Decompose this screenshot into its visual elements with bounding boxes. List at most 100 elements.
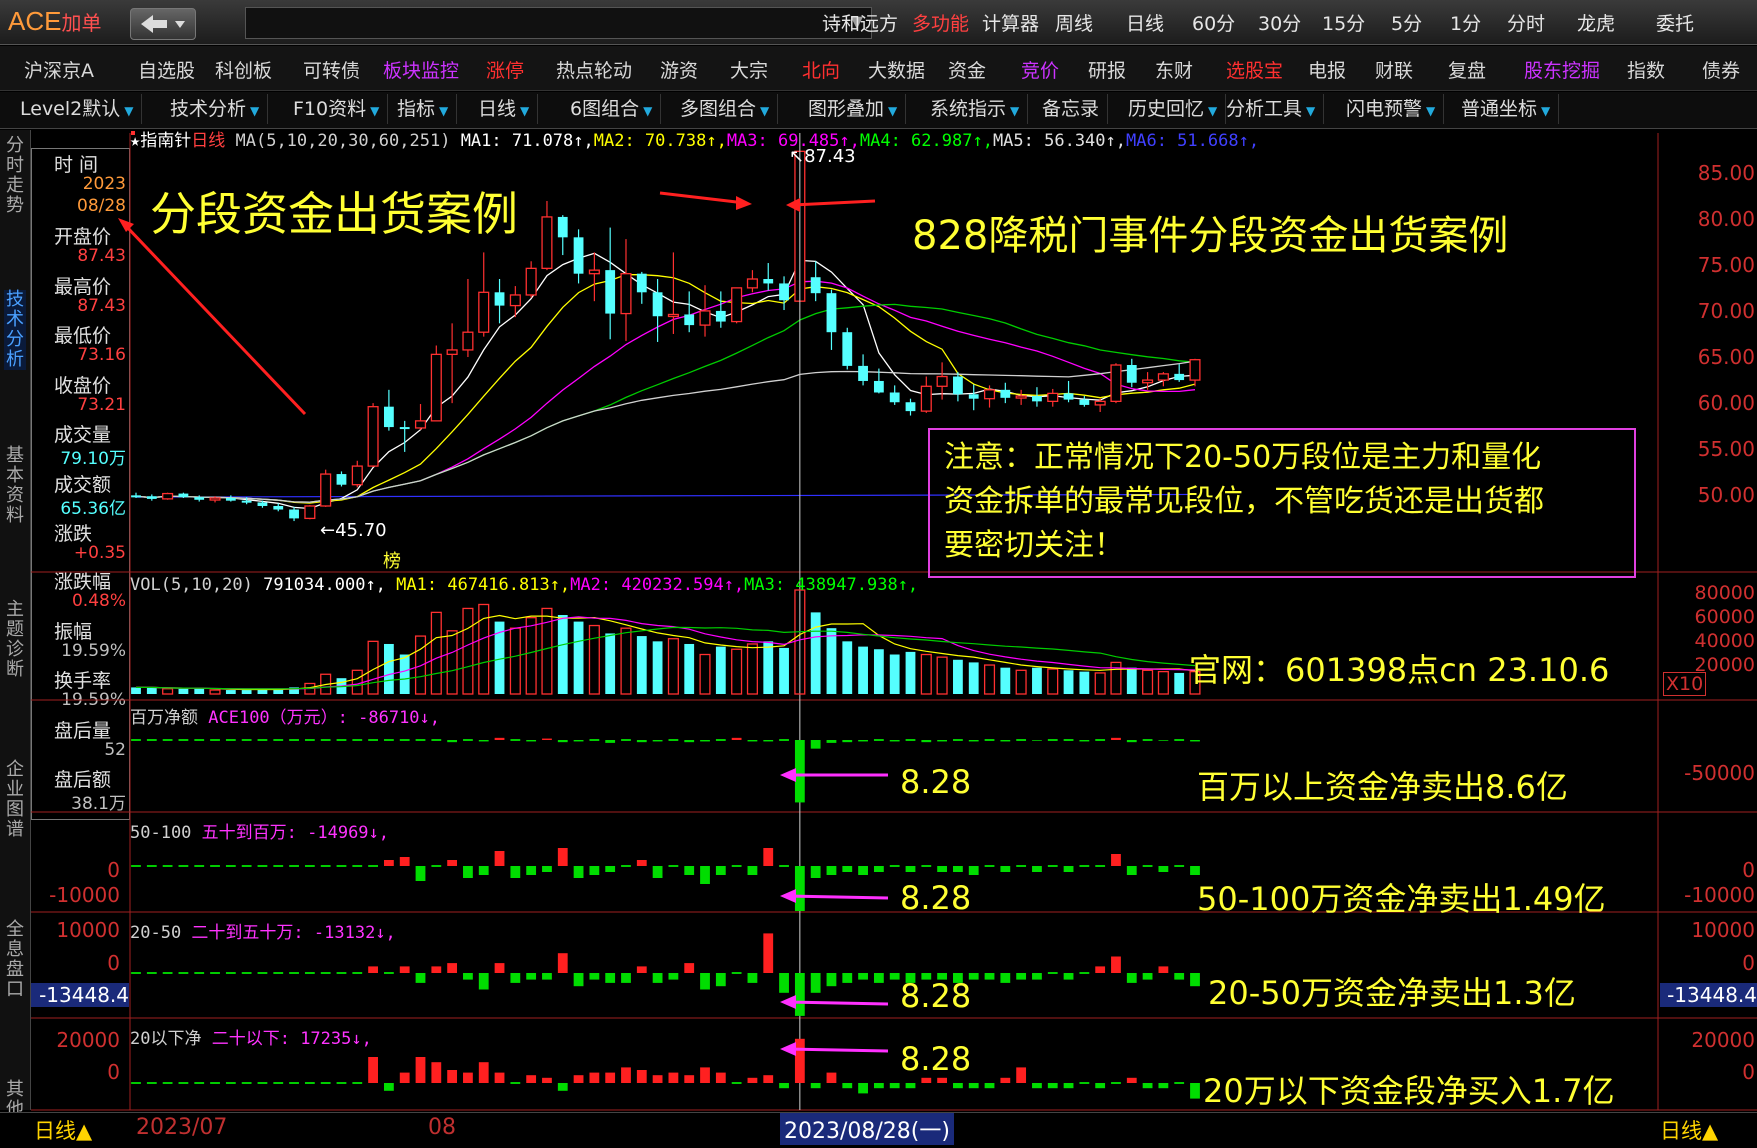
volume-bar <box>920 653 932 695</box>
volume-bar <box>620 627 632 695</box>
fund-20-50-bar <box>668 973 679 980</box>
fund-below-20-bar <box>447 1070 458 1083</box>
ma-values: MA1: 71.078↑,MA2: 70.738↑,MA3: 69.485↑,M… <box>461 131 1259 151</box>
candle-body <box>1047 392 1059 403</box>
candle-body <box>351 465 363 486</box>
fund-below-20-bar <box>636 1070 647 1083</box>
fund-20-50-bar <box>589 973 600 980</box>
candle-body <box>367 406 379 467</box>
candle-body <box>667 313 679 318</box>
volume-unit: X10 <box>1663 672 1707 696</box>
candle-body <box>304 505 316 520</box>
fund-20-50-bar <box>842 973 853 983</box>
candle-body <box>399 427 410 430</box>
candle-body <box>541 216 553 270</box>
fund-below-20-bar <box>873 1083 884 1089</box>
vol-ma-values: MA1: 467416.813↑,MA2: 420232.594↑,MA3: 4… <box>396 575 918 595</box>
vol-ma-value: MA1: 467416.813↑, <box>396 575 571 595</box>
red-arrow-head <box>736 196 752 210</box>
magenta-arrow <box>786 1047 889 1053</box>
volume-bar <box>178 688 189 694</box>
fund-million-bar <box>605 740 616 743</box>
period-switch-right[interactable]: 日线▲ <box>1660 1115 1718 1145</box>
fund-20-50-bar <box>415 973 426 983</box>
fund-below-20-bar <box>826 1072 837 1083</box>
fund-50-100-bar <box>826 866 837 875</box>
fund-below-20-bar <box>1047 1083 1058 1089</box>
fund-20-50-bar <box>810 973 821 993</box>
fund-below-20-bar <box>1016 1067 1027 1083</box>
candle-body <box>588 269 600 275</box>
fund-20-50-bar <box>984 973 995 980</box>
fund-20-50-bar <box>1063 973 1074 980</box>
fund-caption: 50-100万资金净卖出1.49亿 <box>1197 880 1606 918</box>
candle-body <box>494 292 505 306</box>
volume-bar <box>858 646 868 694</box>
fund-below-20-bar <box>810 1083 821 1089</box>
fund-million-bar <box>1032 740 1042 741</box>
fund-50-100-bar <box>463 866 473 878</box>
ma-value: MA2: 70.738↑, <box>593 131 727 151</box>
volume-bar <box>889 654 900 694</box>
fund-below-20-bar <box>779 1083 789 1089</box>
volume-bar <box>1094 672 1106 695</box>
volume-bar <box>351 669 363 695</box>
fund-20-50-bar <box>431 966 442 973</box>
volume-bar <box>779 647 789 694</box>
fund-tick-left: -10000 <box>49 883 120 907</box>
fund-panel-title: 50-100 <box>130 823 202 843</box>
candle-body <box>936 375 948 387</box>
fund-20-50-bar <box>1126 973 1137 983</box>
volume-bar <box>1110 661 1122 695</box>
fund-panel-value: 五十到百万: -14969↓, <box>201 823 390 843</box>
volume-bar <box>162 688 174 695</box>
volume-bar <box>731 648 743 695</box>
fund-20-50-bar <box>889 973 900 980</box>
fund-20-50-bar <box>526 973 537 980</box>
volume-bar <box>573 621 584 694</box>
fund-tick-right: 0 <box>1742 951 1755 975</box>
fund-50-100-bar <box>763 848 774 866</box>
fund-50-100-bar <box>968 866 979 875</box>
fund-below-20-bar <box>1063 1083 1074 1089</box>
candle-body <box>968 394 979 399</box>
fund-million-bar <box>1190 740 1200 742</box>
fund-below-20-bar <box>399 1072 410 1083</box>
fund-below-20-bar <box>1000 1077 1011 1083</box>
fund-20-50-bar <box>605 973 616 983</box>
period-switch-left[interactable]: 日线▲ <box>34 1115 92 1145</box>
star-icon[interactable]: ★ <box>130 131 140 151</box>
fund-panel-header: 20-50 二十到五十万: -13132↓, <box>130 918 396 943</box>
fund-50-100-bar <box>557 848 568 866</box>
fund-below-20-bar <box>1190 1083 1200 1099</box>
fund-below-20-bar <box>794 1038 805 1083</box>
fund-20-50-bar <box>510 973 521 983</box>
candle-body <box>684 314 695 326</box>
fund-tick-right: 0 <box>1742 1060 1755 1084</box>
fund-tick-right: 0 <box>1742 858 1755 882</box>
candle-body <box>1142 379 1154 384</box>
volume-bar <box>1142 669 1154 695</box>
volume-bar <box>525 616 537 695</box>
candle-body <box>146 496 157 499</box>
vol-header: VOL(5,10,20) <box>130 575 253 595</box>
date-mid: 08 <box>428 1115 456 1140</box>
fund-20-50-bar <box>763 933 774 973</box>
fund-below-20-bar <box>621 1067 631 1083</box>
candle-body <box>699 310 711 326</box>
fund-below-20-bar <box>842 1083 853 1089</box>
red-arrow <box>123 223 307 416</box>
fund-tick-right: -50000 <box>1684 761 1755 785</box>
fund-50-100-bar <box>526 866 537 875</box>
fund-20-50-bar <box>1174 973 1185 980</box>
candle-body <box>1015 395 1027 399</box>
magenta-arrow-head <box>780 1042 796 1056</box>
volume-bar <box>826 628 837 694</box>
candle-body <box>763 279 774 284</box>
ma-value: MA1: 71.078↑, <box>460 131 594 151</box>
fund-million-bar <box>526 740 537 742</box>
candle-body <box>905 402 916 412</box>
fund-below-20-bar <box>573 1075 584 1083</box>
candle-body <box>478 291 490 333</box>
fund-20-50-bar <box>858 973 868 980</box>
